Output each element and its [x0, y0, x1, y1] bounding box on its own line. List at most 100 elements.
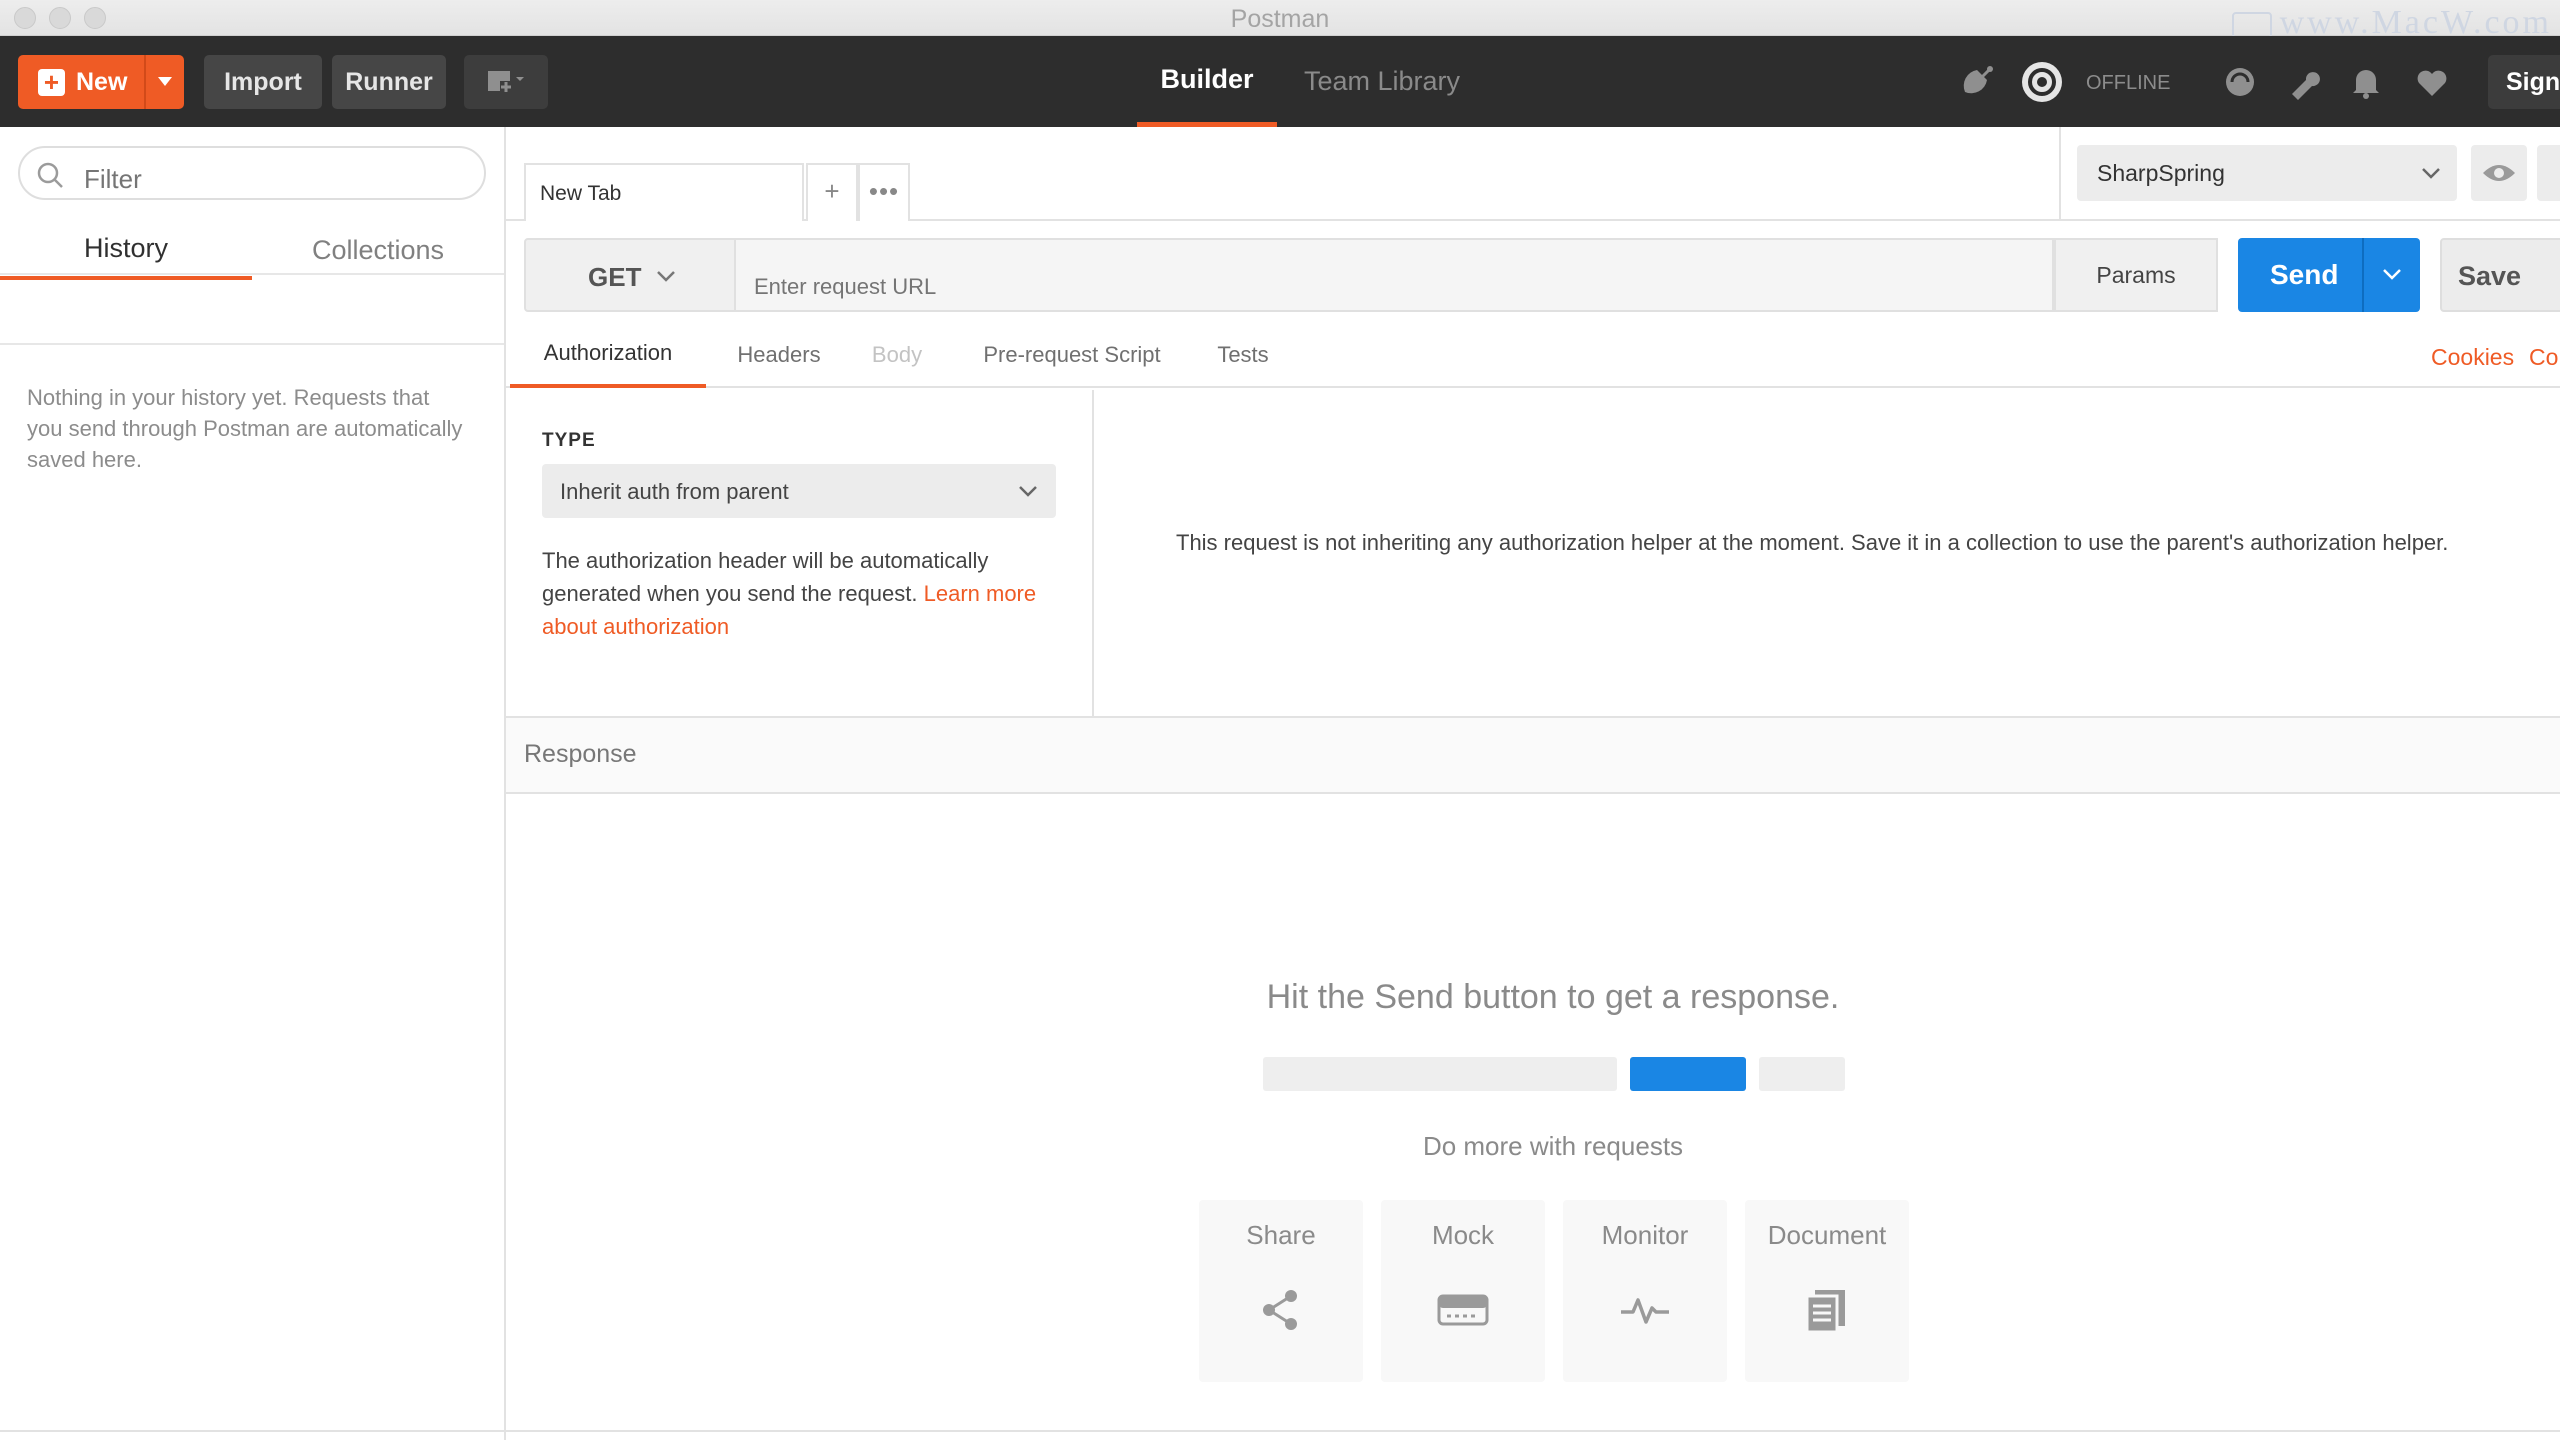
- send-divider: [2362, 238, 2364, 312]
- tab-pre-request-script-label: Pre-request Script: [983, 342, 1161, 367]
- cookies-link[interactable]: Cookies: [2431, 344, 2514, 371]
- placeholder-send-illustration: [1630, 1057, 1746, 1091]
- postman-app: Postman www.MacW.com + New Import Runner…: [0, 0, 2560, 1440]
- import-button[interactable]: Import: [204, 55, 322, 109]
- manage-environments-button[interactable]: [2537, 145, 2560, 201]
- chevron-down-icon: [657, 271, 675, 282]
- feature-monitor[interactable]: Monitor: [1563, 1200, 1727, 1382]
- runner-button[interactable]: Runner: [332, 55, 446, 109]
- interceptor-icon[interactable]: [2220, 62, 2260, 102]
- tab-tests[interactable]: Tests: [1200, 322, 1286, 388]
- search-icon: [37, 162, 63, 188]
- authorization-pane: TYPE Inherit auth from parent The author…: [506, 390, 1094, 716]
- window-titlebar: Postman www.MacW.com: [0, 0, 2560, 41]
- filter-input[interactable]: [18, 146, 486, 200]
- tab-builder[interactable]: Builder: [1137, 36, 1277, 127]
- auth-type-label: TYPE: [542, 430, 596, 451]
- tab-options-button[interactable]: •••: [858, 163, 910, 221]
- watermark-icon: [2231, 12, 2272, 39]
- feature-share-label: Share: [1246, 1220, 1316, 1250]
- tab-team-library-label: Team Library: [1303, 66, 1461, 96]
- request-url-input[interactable]: [736, 238, 2054, 312]
- params-label: Params: [2096, 262, 2176, 288]
- send-button[interactable]: Send: [2238, 238, 2420, 312]
- eye-icon: [2483, 165, 2515, 181]
- wrench-settings-icon[interactable]: [2284, 62, 2324, 102]
- send-options-chevron-icon[interactable]: [2380, 262, 2404, 286]
- request-section-tabs: Authorization Headers Body Pre-request S…: [506, 322, 2560, 388]
- plus-icon: +: [38, 69, 65, 96]
- monitor-pulse-icon: [1621, 1298, 1669, 1324]
- mock-server-icon: [1437, 1294, 1489, 1326]
- auth-type-value: Inherit auth from parent: [560, 479, 789, 504]
- import-button-label: Import: [224, 67, 302, 96]
- tab-history[interactable]: History: [0, 220, 252, 280]
- new-button[interactable]: + New: [18, 55, 184, 109]
- new-button-label: New: [76, 68, 128, 96]
- save-button[interactable]: Save: [2440, 238, 2560, 312]
- share-icon: [1263, 1290, 1297, 1330]
- do-more-heading: Do more with requests: [1422, 1131, 1684, 1161]
- tab-pre-request-script[interactable]: Pre-request Script: [958, 322, 1186, 388]
- auth-inherit-message: This request is not inheriting any autho…: [1176, 530, 2449, 555]
- auth-description-text: The authorization header will be automat…: [542, 548, 989, 606]
- sync-status-icon[interactable]: [2018, 58, 2066, 106]
- main-toolbar: + New Import Runner Builder Team Library: [0, 36, 2560, 127]
- feature-mock-label: Mock: [1431, 1220, 1495, 1250]
- tab-tests-label: Tests: [1217, 342, 1269, 367]
- response-hint: Hit the Send button to get a response.: [1266, 978, 1840, 1016]
- feature-share[interactable]: Share: [1199, 1200, 1363, 1382]
- satellite-icon[interactable]: [1957, 62, 1997, 102]
- environment-selected-label: SharpSpring: [2097, 160, 2225, 186]
- add-tab-button[interactable]: +: [806, 163, 858, 221]
- method-label: GET: [588, 262, 642, 292]
- feature-document[interactable]: Document: [1745, 1200, 1909, 1382]
- request-tab-strip: New Tab + ••• SharpSpring: [506, 127, 2560, 221]
- tab-body[interactable]: Body: [852, 322, 942, 388]
- tab-collections[interactable]: Collections: [252, 220, 504, 280]
- new-window-icon: [488, 71, 524, 93]
- placeholder-url-bar-illustration: [1263, 1057, 1617, 1091]
- tab-builder-label: Builder: [1160, 63, 1254, 94]
- send-label: Send: [2270, 259, 2339, 290]
- status-bar-divider: [0, 1430, 2560, 1432]
- tab-headers-label: Headers: [737, 342, 821, 367]
- tab-authorization[interactable]: Authorization: [510, 322, 706, 388]
- response-label: Response: [524, 740, 637, 768]
- feature-mock[interactable]: Mock: [1381, 1200, 1545, 1382]
- add-tab-symbol: +: [824, 176, 840, 206]
- new-button-divider: [144, 55, 146, 109]
- environment-quick-look-button[interactable]: [2471, 145, 2527, 201]
- auth-description: The authorization header will be automat…: [542, 544, 1042, 643]
- tab-options-symbol: •••: [868, 176, 900, 206]
- tab-team-library[interactable]: Team Library: [1290, 36, 1474, 127]
- auth-type-select[interactable]: Inherit auth from parent: [542, 464, 1056, 518]
- save-label: Save: [2458, 261, 2522, 291]
- sign-in-button[interactable]: Sign I: [2488, 55, 2560, 109]
- history-empty-message: Nothing in your history yet. Requests th…: [27, 385, 463, 472]
- chevron-down-icon: [1019, 486, 1037, 497]
- sign-in-label: Sign I: [2506, 68, 2560, 96]
- placeholder-save-illustration: [1759, 1057, 1845, 1091]
- chevron-down-icon: [2422, 168, 2440, 179]
- feature-monitor-label: Monitor: [1601, 1220, 1689, 1250]
- environment-area: SharpSpring: [2059, 127, 2560, 219]
- notifications-bell-icon[interactable]: [2346, 62, 2386, 102]
- tab-history-label: History: [83, 232, 168, 263]
- environment-select[interactable]: SharpSpring: [2077, 145, 2457, 201]
- new-window-button[interactable]: [464, 55, 548, 109]
- request-tab-new-tab[interactable]: New Tab: [524, 163, 804, 221]
- params-button[interactable]: Params: [2054, 238, 2218, 312]
- request-tab-label: New Tab: [540, 182, 622, 205]
- new-dropdown-caret-icon[interactable]: [158, 77, 172, 86]
- sidebar-toolbar-divider: [0, 343, 504, 345]
- heart-icon[interactable]: [2412, 62, 2452, 102]
- response-header: Response: [506, 716, 2560, 794]
- tab-headers[interactable]: Headers: [718, 322, 840, 388]
- sidebar: History Collections Nothing in your hist…: [0, 127, 506, 1440]
- code-link[interactable]: Co: [2529, 344, 2558, 371]
- method-select[interactable]: GET: [524, 238, 736, 312]
- window-title: Postman: [1230, 5, 1330, 33]
- tab-authorization-label: Authorization: [543, 340, 673, 365]
- request-url-bar: GET Params Send Save: [524, 238, 2560, 312]
